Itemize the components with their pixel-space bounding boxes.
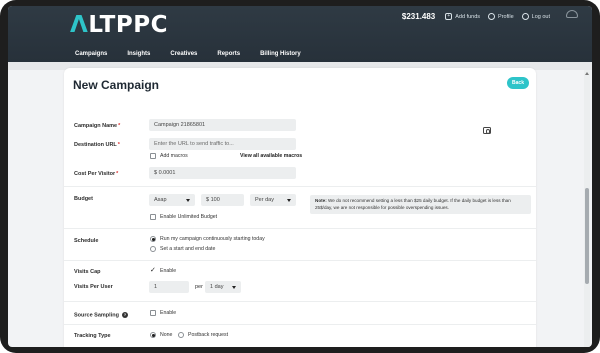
schedule-label: Schedule <box>74 238 99 244</box>
nav-reports[interactable]: Reports <box>217 51 240 57</box>
unlimited-budget-checkbox[interactable]: Enable Unlimited Budget <box>150 214 217 220</box>
divider <box>64 324 536 325</box>
budget-note: Note: We do not recommend setting a less… <box>310 195 531 214</box>
schedule-dates-radio[interactable]: Set a start and end date <box>150 246 215 252</box>
profile-link[interactable]: Profile <box>488 13 514 20</box>
main-nav: Campaigns Insights Creatives Reports Bil… <box>8 46 592 62</box>
tracking-none-radio[interactable]: None <box>150 332 172 338</box>
tracking-postback-radio[interactable]: Postback request <box>178 332 228 338</box>
source-sampling-label: Source Sampling? <box>74 312 128 319</box>
budget-label: Budget <box>74 196 93 202</box>
back-button[interactable]: Back <box>507 77 529 89</box>
visits-per-user-label: Visits Per User <box>74 284 113 290</box>
visits-per-user-input[interactable]: 1 <box>149 281 189 293</box>
account-bar: $231.483 + Add funds Profile Log out <box>402 12 550 21</box>
campaign-name-label: Campaign Name* <box>74 123 121 129</box>
balance: $231.483 <box>401 12 436 21</box>
visits-period-select[interactable]: 1 day <box>205 281 241 293</box>
user-icon <box>488 13 496 20</box>
radio-icon <box>150 332 156 338</box>
destination-url-label: Destination URL* <box>74 142 120 148</box>
visits-cap-checkbox[interactable]: ✓ Enable <box>150 267 176 274</box>
schedule-continuous-radio[interactable]: Run my campaign continuously starting to… <box>150 236 265 242</box>
new-campaign-card: New Campaign Back Campaign Name* Campaig… <box>64 68 536 347</box>
top-header: ΛLTPPC $231.483 + Add funds Profile Log … <box>8 6 592 62</box>
camera-icon[interactable] <box>483 127 491 134</box>
nav-billing-history[interactable]: Billing History <box>260 51 301 57</box>
tracking-type-label: Tracking Type <box>74 333 111 339</box>
radio-icon <box>150 236 156 242</box>
logo[interactable]: ΛLTPPC <box>70 12 168 38</box>
add-funds-link[interactable]: + Add funds <box>445 13 480 20</box>
window-icon <box>566 10 578 18</box>
nav-insights[interactable]: Insights <box>127 51 150 57</box>
checkbox-icon <box>150 153 156 159</box>
device-frame: ΛLTPPC $231.483 + Add funds Profile Log … <box>0 0 600 353</box>
view-macros-link[interactable]: View all available macros <box>240 153 302 159</box>
per-text: per <box>195 284 203 290</box>
page-scrollbar[interactable] <box>584 70 590 347</box>
budget-period-select[interactable]: Per day <box>250 194 296 206</box>
checkmark-icon: ✓ <box>150 267 156 274</box>
add-macros-checkbox[interactable]: Add macros <box>150 153 188 159</box>
visits-cap-label: Visits Cap <box>74 269 101 275</box>
divider <box>64 301 536 302</box>
help-icon[interactable]: ? <box>121 312 128 318</box>
logout-link[interactable]: Log out <box>521 13 550 20</box>
budget-pacing-select[interactable]: Asap <box>149 194 195 206</box>
nav-creatives[interactable]: Creatives <box>170 51 197 57</box>
scroll-thumb[interactable] <box>585 188 589 284</box>
scroll-up-icon[interactable] <box>585 72 589 75</box>
campaign-name-input[interactable]: Campaign 21865801 <box>149 119 296 131</box>
destination-url-input[interactable]: Enter the URL to send traffic to... <box>149 138 296 150</box>
cost-per-visitor-input[interactable]: $ 0.0001 <box>149 167 296 179</box>
source-sampling-checkbox[interactable]: Enable <box>150 310 176 316</box>
radio-icon <box>150 246 156 252</box>
divider <box>64 260 536 261</box>
budget-amount-input[interactable]: $ 100 <box>201 194 244 206</box>
nav-campaigns[interactable]: Campaigns <box>75 51 107 57</box>
divider <box>64 186 536 187</box>
divider <box>64 228 536 229</box>
power-icon <box>521 13 529 20</box>
cost-per-visitor-label: Cost Per Visitor* <box>74 171 119 177</box>
radio-icon <box>178 332 184 338</box>
app-screen: ΛLTPPC $231.483 + Add funds Profile Log … <box>8 6 592 347</box>
page-title: New Campaign <box>73 78 160 92</box>
checkbox-icon <box>150 214 156 220</box>
plus-icon: + <box>445 13 453 20</box>
checkbox-icon <box>150 310 156 316</box>
